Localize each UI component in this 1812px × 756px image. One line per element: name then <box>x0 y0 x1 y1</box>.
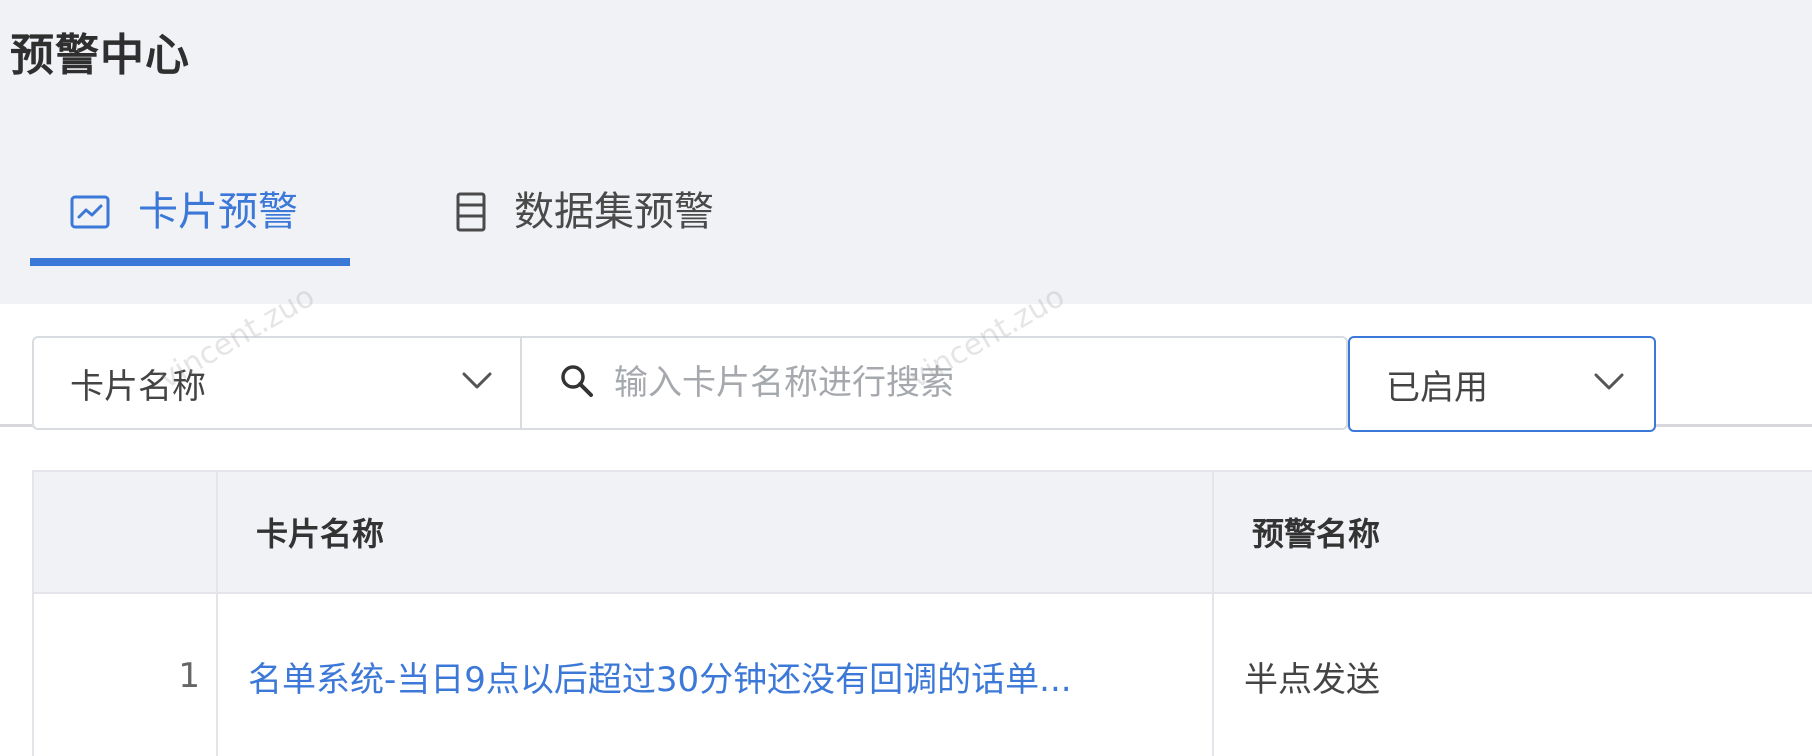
tab-dataset-alert[interactable]: 数据集预警 <box>456 160 714 264</box>
search-box[interactable] <box>520 336 1348 430</box>
alert-name-cell: 半点发送 <box>1244 659 1380 700</box>
column-header-index <box>34 472 218 592</box>
table-header: 卡片名称 预警名称 <box>34 472 1812 594</box>
line-chart-icon <box>70 195 110 229</box>
row-index: 1 <box>34 594 218 756</box>
search-icon <box>560 364 594 402</box>
tab-bar: 卡片预警 数据集预警 <box>0 160 1812 427</box>
column-header-alert-name: 预警名称 <box>1252 515 1381 553</box>
table-row: 1 名单系统-当日9点以后超过30分钟还没有回调的话单... 半点发送 <box>34 594 1812 756</box>
tab-dataset-alert-label: 数据集预警 <box>514 189 714 235</box>
list-doc-icon <box>456 192 486 232</box>
chevron-down-icon <box>1594 373 1624 395</box>
status-select-value: 已启用 <box>1386 367 1488 408</box>
active-tab-indicator <box>30 258 350 266</box>
search-input[interactable] <box>612 362 1316 404</box>
chevron-down-icon <box>462 372 492 394</box>
page: 预警中心 卡片预警 数据集预警 卡片名称 输入卡片名称进行搜索 已启用 卡片名称… <box>0 0 1812 756</box>
header-area: 预警中心 卡片预警 数据集预警 <box>0 0 1812 427</box>
status-select[interactable]: 已启用 <box>1348 336 1656 432</box>
card-name-link[interactable]: 名单系统-当日9点以后超过30分钟还没有回调的话单... <box>218 594 1214 756</box>
page-title: 预警中心 <box>10 30 190 81</box>
tab-card-alert-label: 卡片预警 <box>138 189 298 235</box>
column-header-card-name: 卡片名称 <box>218 472 1214 592</box>
field-select-value: 卡片名称 <box>70 366 206 407</box>
tab-card-alert[interactable]: 卡片预警 <box>70 160 298 264</box>
field-select[interactable]: 卡片名称 <box>32 336 520 430</box>
alert-table: 卡片名称 预警名称 1 名单系统-当日9点以后超过30分钟还没有回调的话单...… <box>32 470 1812 756</box>
